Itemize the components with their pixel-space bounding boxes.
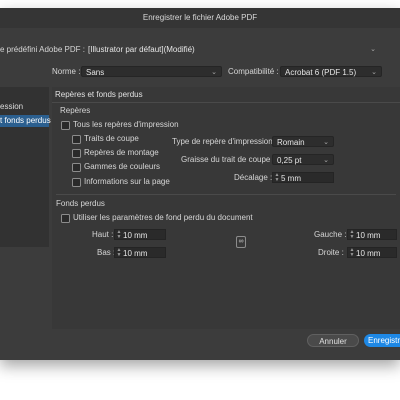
sidebar-item-marks-bleeds[interactable]: t fonds perdus bbox=[0, 115, 51, 127]
color-bars-label: Gammes de couleurs bbox=[84, 162, 161, 171]
stepper-down-icon[interactable]: ▼ bbox=[116, 253, 122, 258]
sidebar-item-impression[interactable]: ession bbox=[0, 101, 23, 113]
page-info-checkbox[interactable] bbox=[72, 178, 81, 187]
trim-weight-select[interactable]: 0,25 pt ⌄ bbox=[272, 154, 334, 165]
cancel-button[interactable]: Annuler bbox=[307, 334, 359, 347]
stepper-down-icon[interactable]: ▼ bbox=[274, 178, 280, 183]
save-button[interactable]: Enregistrer bbox=[364, 334, 400, 347]
divider bbox=[56, 194, 396, 195]
settings-panel: Repères et fonds perdus Repères Tous les… bbox=[52, 87, 400, 329]
chevron-down-icon: ⌄ bbox=[211, 69, 217, 76]
dialog-title: Enregistrer le fichier Adobe PDF bbox=[0, 8, 400, 28]
bleed-right-stepper[interactable]: ▲ ▼ 10 mm bbox=[347, 247, 397, 258]
mark-type-select[interactable]: Romain ⌄ bbox=[272, 136, 334, 147]
bleed-bottom-value: 10 mm bbox=[123, 249, 148, 258]
category-sidebar: ession t fonds perdus bbox=[0, 87, 51, 247]
trim-weight-label: Graisse du trait de coupe : bbox=[181, 155, 275, 164]
all-marks-label: Tous les repères d'impression bbox=[73, 120, 179, 129]
stepper-down-icon[interactable]: ▼ bbox=[116, 235, 122, 240]
offset-stepper[interactable]: ▲ ▼ 5 mm bbox=[272, 172, 334, 183]
bleeds-group-title: Fonds perdus bbox=[56, 199, 105, 208]
bleed-right-label: Droite : bbox=[318, 248, 344, 257]
divider bbox=[52, 102, 400, 103]
bleed-top-stepper[interactable]: ▲ ▼ 10 mm bbox=[114, 229, 166, 240]
standard-select[interactable]: Sans ⌄ bbox=[81, 66, 222, 77]
bleed-bottom-label: Bas : bbox=[97, 248, 116, 257]
offset-value: 5 mm bbox=[281, 174, 301, 183]
pdf-save-dialog: Enregistrer le fichier Adobe PDF e prédé… bbox=[0, 8, 400, 360]
offset-label: Décalage : bbox=[234, 173, 273, 182]
preset-select[interactable]: [Illustrator par défaut](Modifié) ⌄ bbox=[84, 44, 380, 55]
chevron-down-icon: ⌄ bbox=[323, 139, 329, 146]
bleed-top-value: 10 mm bbox=[123, 231, 148, 240]
bleed-left-stepper[interactable]: ▲ ▼ 10 mm bbox=[347, 229, 397, 240]
all-marks-checkbox[interactable] bbox=[61, 121, 70, 130]
bleed-bottom-stepper[interactable]: ▲ ▼ 10 mm bbox=[114, 247, 166, 258]
use-doc-bleed-checkbox[interactable] bbox=[61, 214, 70, 223]
bleed-left-label: Gauche : bbox=[314, 230, 347, 239]
registration-marks-label: Repères de montage bbox=[84, 148, 159, 157]
bleed-right-value: 10 mm bbox=[356, 249, 381, 258]
page-info-label: Informations sur la page bbox=[84, 177, 170, 186]
standard-value: Sans bbox=[86, 68, 105, 77]
bleed-top-label: Haut : bbox=[92, 230, 114, 239]
bleed-left-value: 10 mm bbox=[356, 231, 381, 240]
use-doc-bleed-label: Utiliser les paramètres de fond perdu du… bbox=[73, 213, 253, 222]
stepper-down-icon[interactable]: ▼ bbox=[349, 253, 355, 258]
chevron-down-icon: ⌄ bbox=[371, 69, 377, 76]
mark-type-label: Type de repère d'impression : bbox=[172, 137, 278, 146]
compatibility-label: Compatibilité : bbox=[228, 67, 279, 76]
marks-group-title: Repères bbox=[60, 106, 91, 115]
section-title: Repères et fonds perdus bbox=[55, 90, 143, 99]
color-bars-checkbox[interactable] bbox=[72, 163, 81, 172]
trim-weight-value: 0,25 pt bbox=[277, 156, 302, 165]
mark-type-value: Romain bbox=[277, 138, 305, 147]
chevron-down-icon: ⌄ bbox=[370, 46, 376, 53]
registration-marks-checkbox[interactable] bbox=[72, 149, 81, 158]
link-chain-icon[interactable]: ∞ bbox=[236, 236, 246, 248]
chevron-down-icon: ⌄ bbox=[323, 157, 329, 164]
preset-value: [Illustrator par défaut](Modifié) bbox=[88, 45, 195, 54]
trim-marks-label: Traits de coupe bbox=[84, 134, 139, 143]
compatibility-select[interactable]: Acrobat 6 (PDF 1.5) ⌄ bbox=[280, 66, 382, 77]
standard-label: Norme : bbox=[52, 67, 81, 76]
compatibility-value: Acrobat 6 (PDF 1.5) bbox=[285, 68, 357, 77]
trim-marks-checkbox[interactable] bbox=[72, 135, 81, 144]
preset-label: e prédéfini Adobe PDF : bbox=[0, 45, 85, 54]
stepper-down-icon[interactable]: ▼ bbox=[349, 235, 355, 240]
